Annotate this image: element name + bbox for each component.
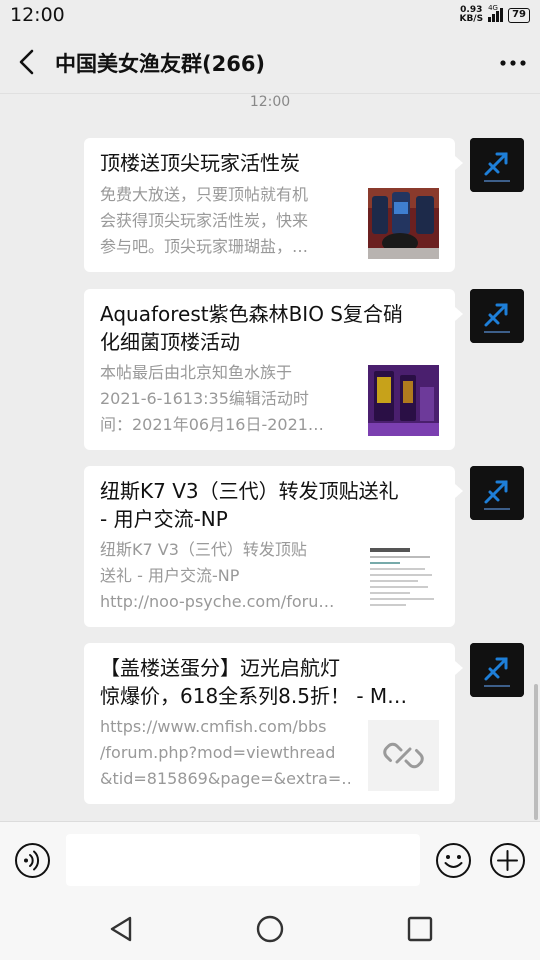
link-card-title-line: Aquaforest紫色森林BIO S复合硝 xyxy=(100,302,403,326)
link-card-title-line: - 用户交流-NP xyxy=(100,507,228,531)
status-time: 12:00 xyxy=(10,4,65,26)
link-icon xyxy=(383,742,424,769)
message-input[interactable] xyxy=(66,834,420,886)
plus-icon[interactable] xyxy=(489,842,526,879)
network-type: 4G xyxy=(488,4,498,12)
signal-icon: 4G xyxy=(488,4,504,22)
desc-line: http://noo-psyche.com/foru… xyxy=(100,592,335,611)
circle-home-icon[interactable] xyxy=(254,913,286,945)
net-speed-unit: KB/S xyxy=(459,14,484,24)
desc-line: 送礼 - 用户交流-NP xyxy=(100,566,240,585)
desc-line: 2021-6-1613:35编辑活动时 xyxy=(100,389,309,408)
desc-line: /forum.php?mod=viewthread xyxy=(100,743,336,762)
chat-scrollbar[interactable] xyxy=(534,684,538,820)
desc-line: 本帖最后由北京知鱼水族于 xyxy=(100,363,293,382)
desc-line: &tid=815869&page=&extra=… xyxy=(100,769,350,788)
battery-level: 79 xyxy=(512,8,526,20)
back-icon[interactable] xyxy=(14,48,42,76)
avatar-logo-icon xyxy=(470,643,524,697)
status-bar: 12:00 0.93 KB/S 4G 79 xyxy=(0,0,540,30)
link-card-title: 纽斯K7 V3（三代）转发顶贴送礼 - 用户交流-NP xyxy=(100,477,440,533)
link-card-message[interactable]: Aquaforest紫色森林BIO S复合硝 化细菌顶楼活动 本帖最后由北京知鱼… xyxy=(84,289,463,450)
desc-line: 间：2021年06月16日-2021… xyxy=(100,415,324,434)
link-card-title: 【盖楼送蛋分】迈光启航灯 惊爆价，618全系列8.5折！ - M… xyxy=(100,654,440,710)
chat-title: 中国美女渔友群(266) xyxy=(55,52,266,76)
voice-icon[interactable] xyxy=(14,842,51,879)
link-card-description: 纽斯K7 V3（三代）转发顶贴 送礼 - 用户交流-NP http://noo-… xyxy=(100,537,350,615)
net-speed: 0.93 KB/S xyxy=(459,6,483,24)
avatar[interactable] xyxy=(470,466,524,520)
more-dots-icon[interactable] xyxy=(498,48,528,76)
link-placeholder xyxy=(368,720,439,791)
emoji-icon[interactable] xyxy=(435,842,472,879)
link-card-thumbnail xyxy=(368,542,439,613)
desc-line: 参与吧。顶尖玩家珊瑚盐，… xyxy=(100,237,309,256)
system-nav-bar xyxy=(0,898,540,960)
chat-timestamp: 12:00 xyxy=(249,94,291,110)
link-card-title-line: 化细菌顶楼活动 xyxy=(100,330,240,354)
link-card-description: 本帖最后由北京知鱼水族于 2021-6-1613:35编辑活动时 间：2021年… xyxy=(100,360,350,438)
desc-line: 纽斯K7 V3（三代）转发顶贴 xyxy=(100,540,307,559)
avatar-logo-icon xyxy=(470,466,524,520)
avatar-logo-icon xyxy=(470,289,524,343)
avatar[interactable] xyxy=(470,643,524,697)
desc-line: 免费大放送，只要顶帖就有机 xyxy=(100,185,309,204)
link-card-message[interactable]: 纽斯K7 V3（三代）转发顶贴送礼 - 用户交流-NP 纽斯K7 V3（三代）转… xyxy=(84,466,463,627)
link-card-title-line: 【盖楼送蛋分】迈光启航灯 xyxy=(100,656,340,680)
link-card-title-line: 纽斯K7 V3（三代）转发顶贴送礼 xyxy=(100,479,399,503)
link-card-description: 免费大放送，只要顶帖就有机 会获得顶尖玩家活性炭，快来 参与吧。顶尖玩家珊瑚盐，… xyxy=(100,182,350,260)
link-card-title: 顶楼送顶尖玩家活性炭 xyxy=(100,149,440,177)
avatar[interactable] xyxy=(470,289,524,343)
avatar-logo-icon xyxy=(470,138,524,192)
link-card-description: https://www.cmfish.com/bbs /forum.php?mo… xyxy=(100,714,350,792)
battery-icon: 79 xyxy=(508,7,530,23)
link-card-title-line: 顶楼送顶尖玩家活性炭 xyxy=(100,151,300,175)
link-card-title-line: 惊爆价，618全系列8.5折！ - M… xyxy=(100,684,408,708)
triangle-back-icon[interactable] xyxy=(105,913,137,945)
link-card-message[interactable]: 【盖楼送蛋分】迈光启航灯 惊爆价，618全系列8.5折！ - M… https:… xyxy=(84,643,463,804)
avatar[interactable] xyxy=(470,138,524,192)
link-card-message[interactable]: 顶楼送顶尖玩家活性炭 免费大放送，只要顶帖就有机 会获得顶尖玩家活性炭，快来 参… xyxy=(84,138,463,272)
square-recent-icon[interactable] xyxy=(404,913,436,945)
desc-line: https://www.cmfish.com/bbs xyxy=(100,717,327,736)
link-card-thumbnail xyxy=(368,365,439,436)
link-card-thumbnail xyxy=(368,188,439,259)
input-bar xyxy=(0,821,540,898)
desc-line: 会获得顶尖玩家活性炭，快来 xyxy=(100,211,309,230)
title-bar: 中国美女渔友群(266) xyxy=(0,30,540,94)
status-icons: 0.93 KB/S 4G 79 xyxy=(459,4,530,24)
link-card-title: Aquaforest紫色森林BIO S复合硝 化细菌顶楼活动 xyxy=(100,300,440,356)
